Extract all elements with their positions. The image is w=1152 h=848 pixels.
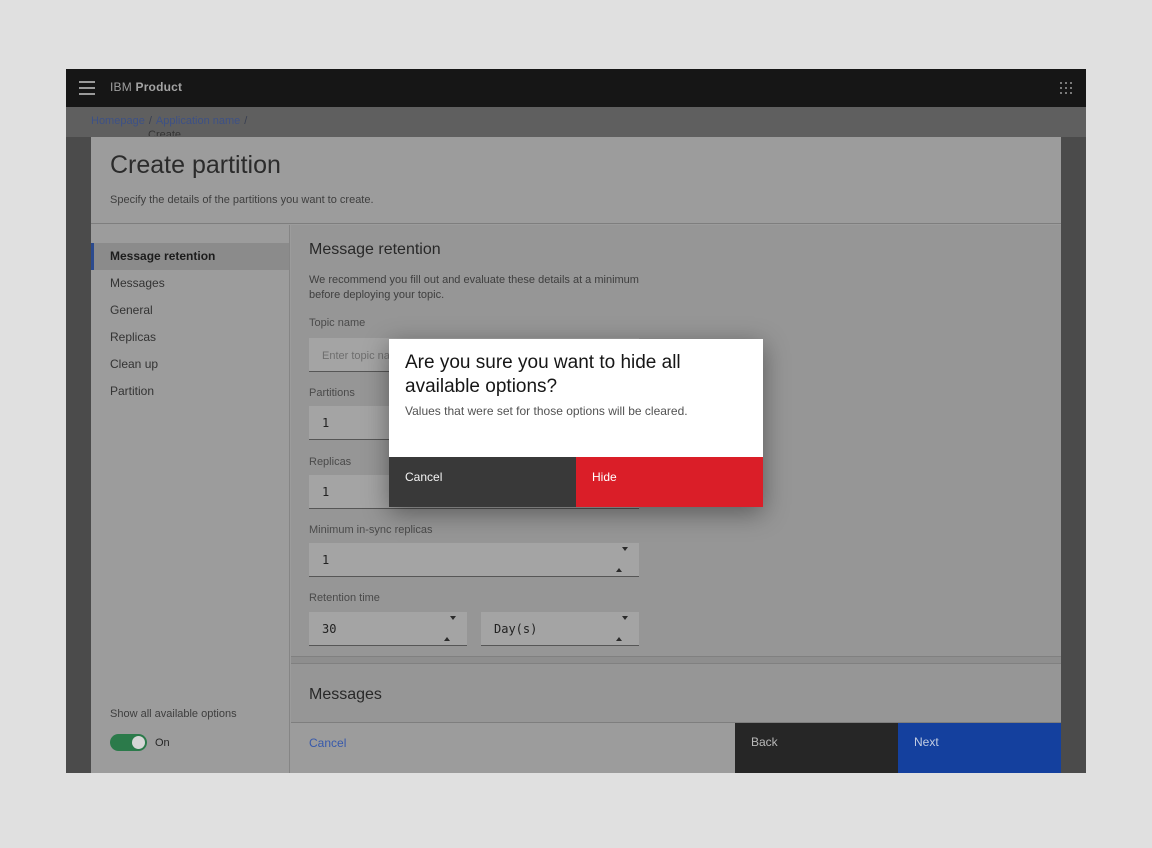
retention-time-field — [309, 612, 467, 646]
page-subtitle: Specify the details of the partitions yo… — [110, 194, 374, 206]
screen: IBM Product Homepage/Application name/ C… — [0, 0, 1152, 848]
nav-item-message-retention[interactable]: Message retention — [91, 243, 289, 270]
dialog-cancel-button[interactable]: Cancel — [389, 457, 576, 507]
retention-time-label: Retention time — [309, 592, 380, 604]
min-insync-replicas-field — [309, 543, 639, 577]
section-description: We recommend you fill out and evaluate t… — [309, 273, 664, 303]
hamburger-menu-icon[interactable] — [79, 81, 95, 95]
retention-unit-field — [481, 612, 639, 646]
toggle-state-label: On — [155, 737, 170, 749]
topic-name-label: Topic name — [309, 317, 365, 329]
next-button[interactable]: Next — [898, 723, 1061, 773]
back-button[interactable]: Back — [735, 723, 898, 773]
cancel-link[interactable]: Cancel — [309, 736, 346, 750]
partitions-label: Partitions — [309, 387, 355, 399]
brand-name: Product — [135, 80, 182, 94]
product-brand: IBM Product — [110, 80, 182, 94]
tearsheet-footer: Cancel Back Next — [291, 722, 1061, 773]
min-insync-replicas-input[interactable] — [309, 543, 639, 576]
breadcrumb: Homepage/Application name/ — [91, 115, 251, 127]
section-divider — [291, 656, 1061, 664]
breadcrumb-separator: / — [145, 115, 156, 127]
toggle-knob — [132, 736, 145, 749]
show-all-options-toggle[interactable] — [110, 734, 147, 751]
breadcrumb-link-application[interactable]: Application name — [156, 115, 240, 127]
nav-item-clean-up[interactable]: Clean up — [91, 351, 289, 378]
section-nav: Message retention Messages General Repli… — [91, 225, 290, 773]
breadcrumb-bar: Homepage/Application name/ — [66, 107, 1086, 137]
nav-item-replicas[interactable]: Replicas — [91, 324, 289, 351]
page-title: Create partition — [110, 151, 281, 180]
number-stepper-icon[interactable] — [444, 620, 456, 638]
nav-item-messages[interactable]: Messages — [91, 270, 289, 297]
dialog-body: Values that were set for those options w… — [405, 404, 747, 418]
dialog-hide-button[interactable]: Hide — [576, 457, 763, 507]
messages-section-heading: Messages — [309, 686, 382, 704]
show-all-options-block: Show all available options On — [110, 708, 237, 751]
breadcrumb-link-homepage[interactable]: Homepage — [91, 115, 145, 127]
section-heading: Message retention — [309, 241, 441, 259]
dialog-title: Are you sure you want to hide all availa… — [405, 351, 725, 399]
confirmation-dialog: Are you sure you want to hide all availa… — [389, 339, 763, 507]
breadcrumb-separator: / — [240, 115, 251, 127]
min-insync-replicas-label: Minimum in-sync replicas — [309, 524, 432, 536]
unit-stepper-icon[interactable] — [616, 620, 628, 638]
brand-prefix: IBM — [110, 80, 132, 94]
toggle-label: Show all available options — [110, 708, 237, 720]
nav-item-partition[interactable]: Partition — [91, 378, 289, 405]
app-switcher-icon[interactable] — [1060, 82, 1072, 94]
obscured-page-text: Create partition — [148, 129, 208, 136]
nav-item-general[interactable]: General — [91, 297, 289, 324]
top-header-bar: IBM Product — [66, 69, 1086, 107]
tearsheet-header: Create partition Specify the details of … — [91, 137, 1061, 224]
replicas-label: Replicas — [309, 456, 351, 468]
number-stepper-icon[interactable] — [616, 551, 628, 569]
